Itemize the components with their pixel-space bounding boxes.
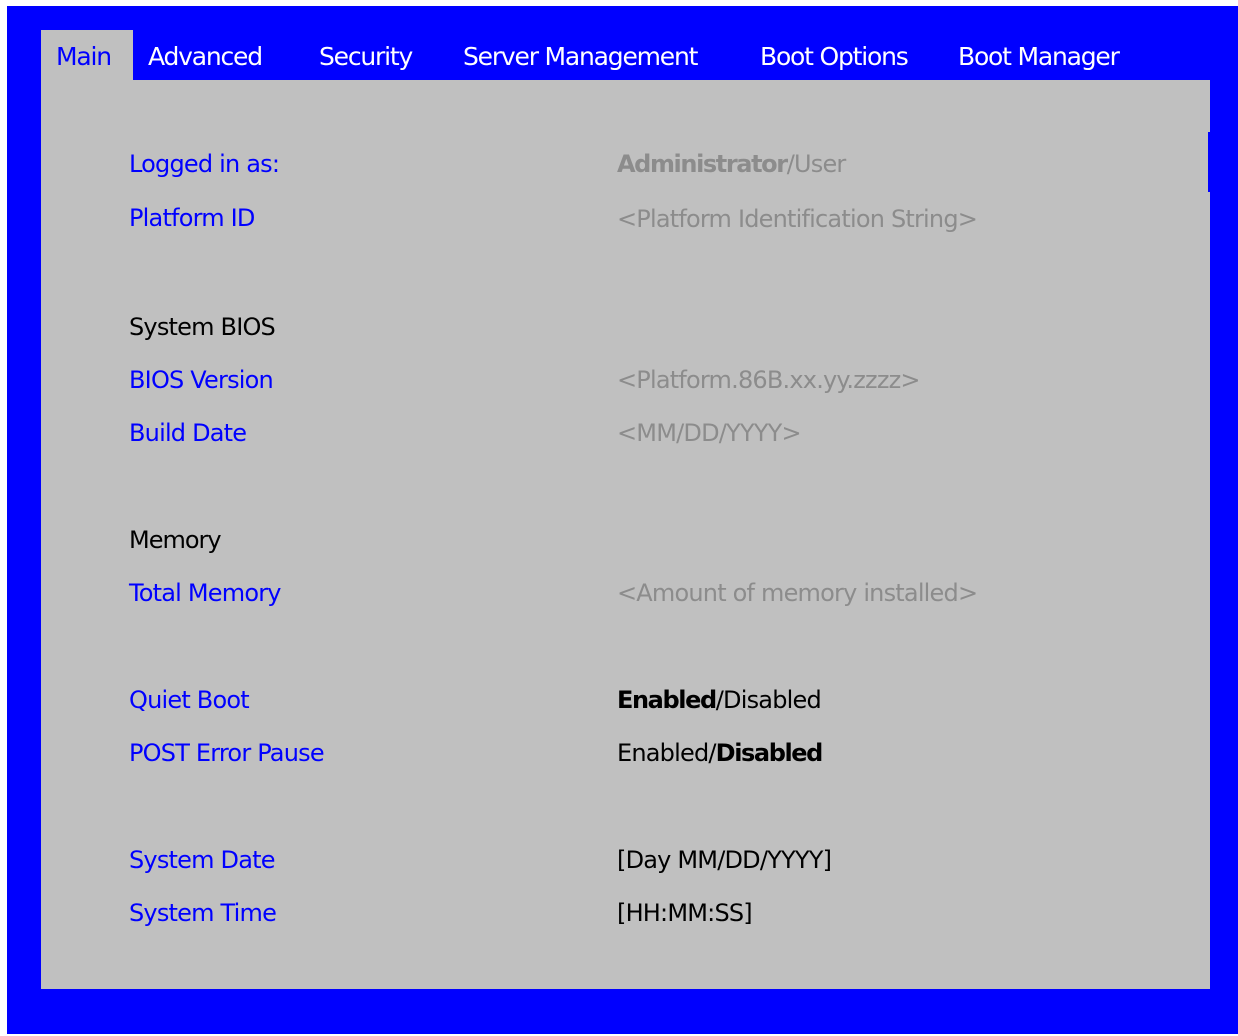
logged-in-as-user: /User: [786, 150, 847, 178]
post-error-pause-enabled: Enabled/: [617, 739, 716, 767]
post-error-pause-value[interactable]: Enabled/Disabled: [617, 738, 824, 768]
platform-id-value: <Platform Identification String>: [617, 205, 978, 233]
logged-in-as-administrator: Administrator: [617, 150, 788, 178]
memory-heading: Memory: [129, 526, 222, 554]
tab-bar: Main Advanced Security Server Management…: [7, 30, 1238, 86]
post-error-pause-disabled: Disabled: [715, 739, 824, 767]
tab-boot-options[interactable]: Boot Options: [760, 30, 909, 86]
main-panel: Logged in as: Administrator/User Platfor…: [41, 80, 1210, 989]
total-memory-label: Total Memory: [129, 579, 281, 607]
system-date-value[interactable]: [Day MM/DD/YYYY]: [617, 845, 832, 875]
build-date-label: Build Date: [129, 419, 247, 447]
tab-server-management[interactable]: Server Management: [463, 30, 698, 86]
platform-id-label: Platform ID: [129, 204, 255, 232]
bios-window: Main Advanced Security Server Management…: [7, 6, 1238, 1034]
system-date-label[interactable]: System Date: [129, 845, 276, 875]
bios-version-label: BIOS Version: [129, 366, 274, 394]
logged-in-as-value: Administrator/User: [617, 149, 847, 179]
bios-version-value: <Platform.86B.xx.yy.zzzz>: [617, 366, 921, 394]
tab-security[interactable]: Security: [319, 30, 413, 86]
system-time-value[interactable]: [HH:MM:SS]: [617, 898, 753, 928]
system-time-label[interactable]: System Time: [129, 898, 277, 928]
quiet-boot-label[interactable]: Quiet Boot: [129, 685, 250, 715]
quiet-boot-enabled: Enabled: [617, 686, 717, 714]
build-date-value: <MM/DD/YYYY>: [617, 419, 802, 447]
total-memory-value: <Amount of memory installed>: [617, 579, 978, 607]
tab-advanced[interactable]: Advanced: [148, 30, 263, 86]
system-bios-heading: System BIOS: [129, 313, 276, 341]
tab-boot-manager[interactable]: Boot Manager: [958, 30, 1120, 86]
post-error-pause-label[interactable]: POST Error Pause: [129, 738, 325, 768]
panel-edge-marker: [1208, 132, 1210, 192]
tab-main[interactable]: Main: [41, 30, 133, 86]
quiet-boot-disabled: /Disabled: [715, 686, 822, 714]
quiet-boot-value[interactable]: Enabled/Disabled: [617, 685, 822, 715]
logged-in-as-label: Logged in as:: [129, 150, 280, 178]
